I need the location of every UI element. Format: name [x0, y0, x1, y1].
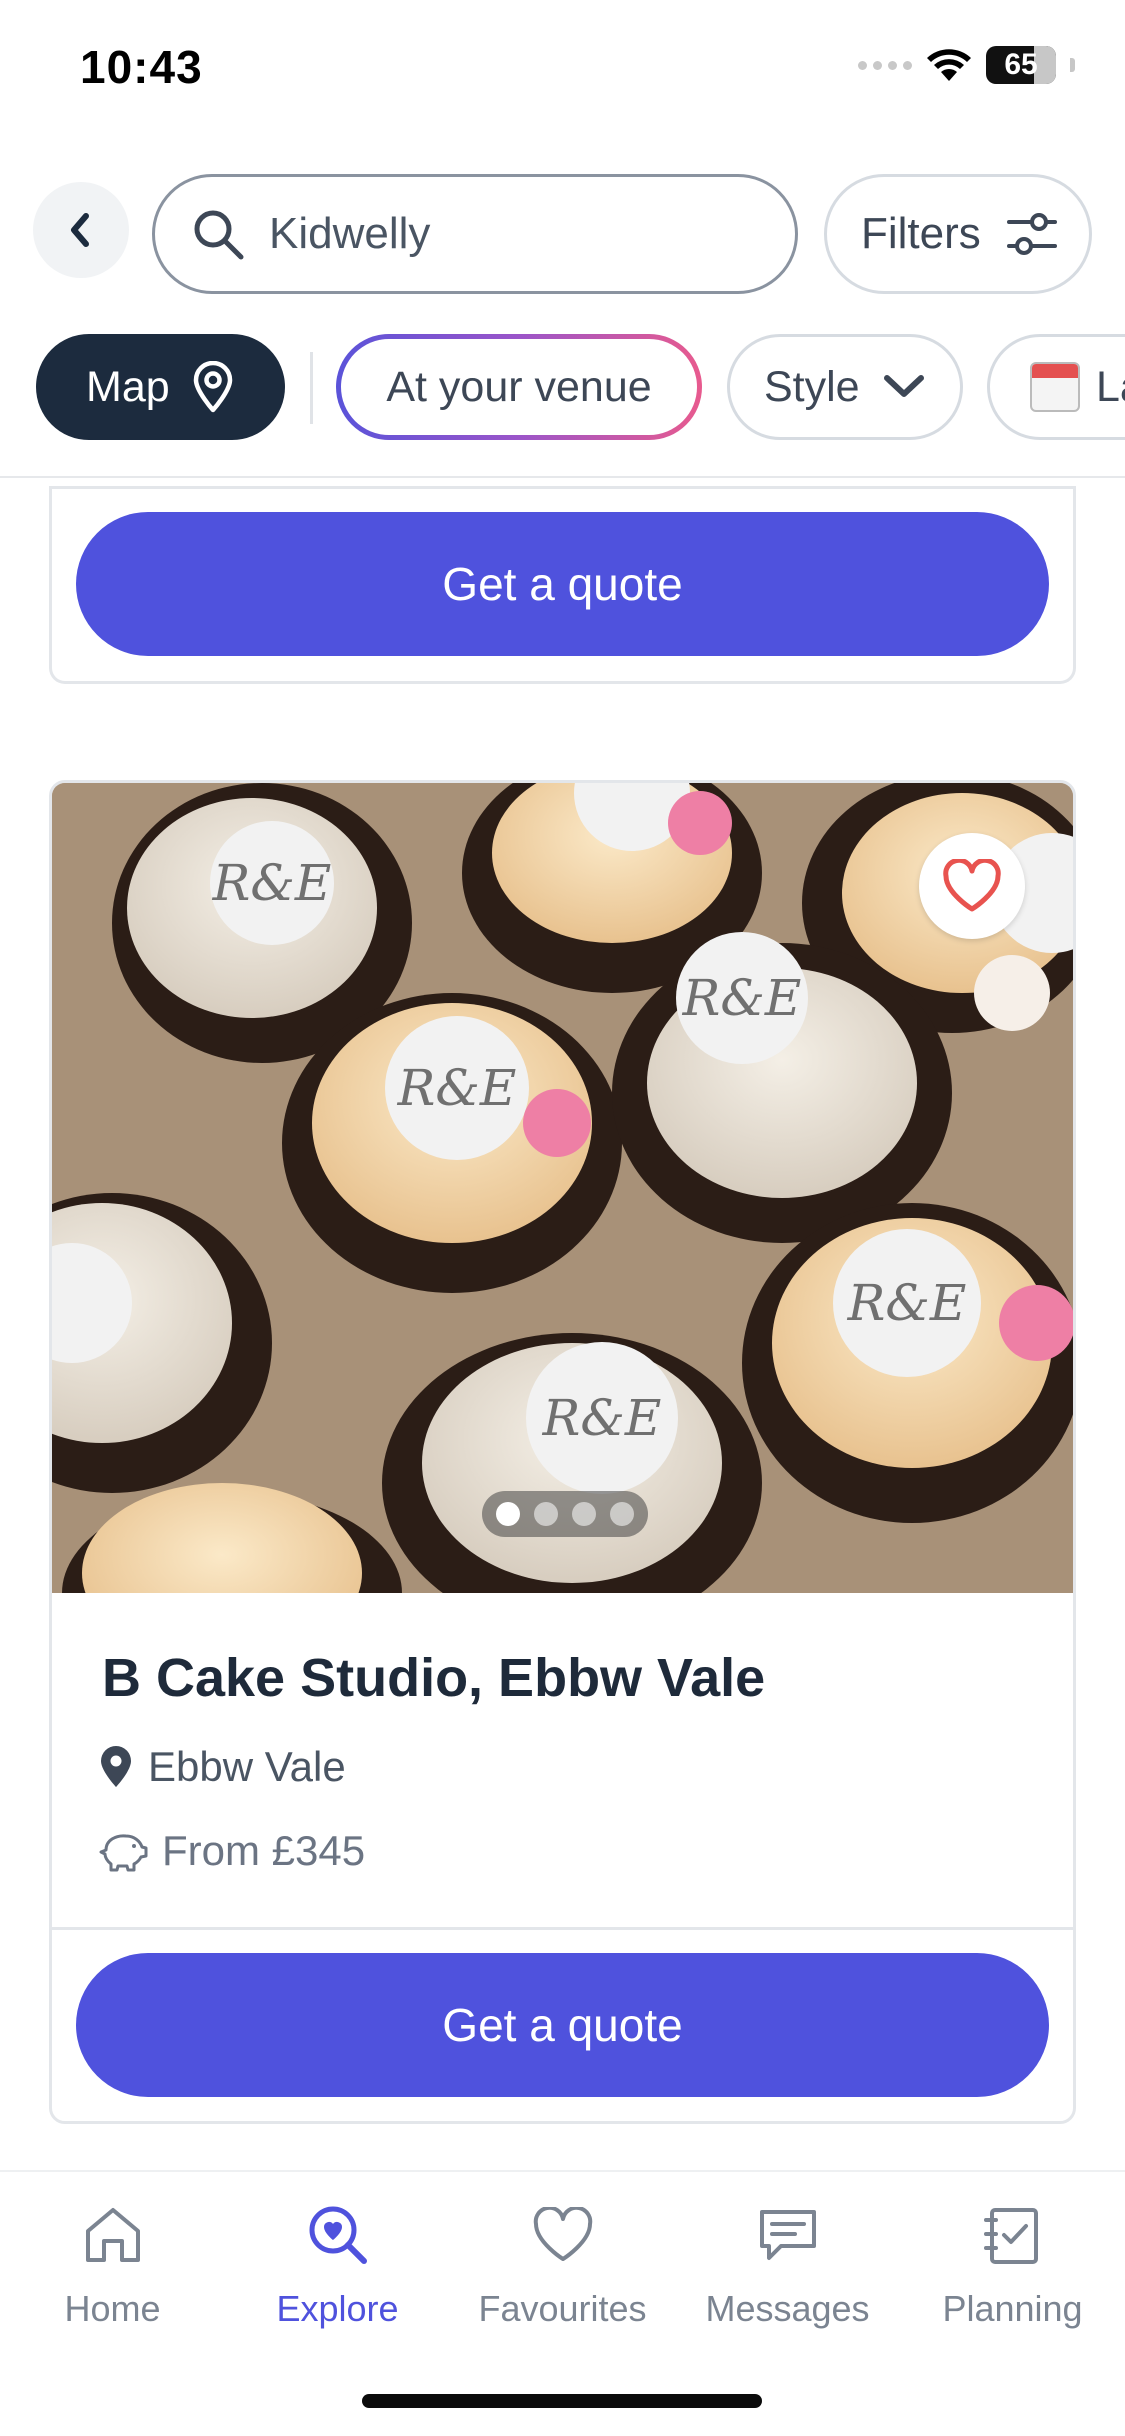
planning-icon — [978, 2200, 1048, 2270]
get-a-quote-label: Get a quote — [442, 558, 683, 610]
at-your-venue-label: At your venue — [386, 362, 652, 411]
nav-item-explore[interactable]: Explore — [225, 2200, 450, 2330]
nav-item-planning[interactable]: Planning — [900, 2200, 1125, 2330]
home-icon — [78, 2200, 148, 2270]
get-a-quote-button[interactable]: Get a quote — [76, 512, 1049, 656]
wifi-icon — [927, 49, 971, 81]
nav-label-planning: Planning — [942, 2288, 1083, 2329]
supplier-price: From £345 — [98, 1827, 365, 1875]
nav-label-messages: Messages — [705, 2288, 870, 2329]
date-chip-label: La — [1096, 362, 1125, 411]
supplier-location-text: Ebbw Vale — [148, 1743, 346, 1790]
piggy-bank-icon — [99, 1834, 148, 1872]
topper-monogram: R&E — [682, 969, 802, 1027]
map-chip[interactable]: Map — [36, 334, 285, 440]
calendar-icon — [1030, 362, 1080, 412]
pagination-dot[interactable] — [610, 1502, 634, 1526]
supplier-price-text: From £345 — [162, 1827, 366, 1874]
battery-level: 65 — [1004, 48, 1038, 81]
filter-chips: Map At your venue Style La — [0, 334, 1125, 444]
map-chip-label: Map — [86, 362, 170, 411]
topper-monogram: R&E — [847, 1274, 967, 1332]
filters-label: Filters — [861, 209, 981, 258]
previous-card: Get a quote — [49, 486, 1076, 684]
pagination-dot[interactable] — [572, 1502, 596, 1526]
at-your-venue-chip[interactable]: At your venue — [336, 334, 702, 440]
get-a-quote-button[interactable]: Get a quote — [76, 1953, 1049, 2097]
supplier-name[interactable]: B Cake Studio, Ebbw Vale — [102, 1647, 765, 1709]
date-chip[interactable]: La — [987, 334, 1125, 440]
explore-icon — [303, 2200, 373, 2270]
cellular-signal-icon — [858, 60, 912, 70]
favourite-button[interactable] — [919, 833, 1025, 939]
pagination-dot[interactable] — [496, 1502, 520, 1526]
supplier-location: Ebbw Vale — [98, 1743, 346, 1791]
get-a-quote-label: Get a quote — [442, 1999, 683, 2051]
chevron-down-icon — [883, 375, 924, 397]
battery-icon: 65 — [986, 46, 1056, 84]
heart-icon — [943, 859, 1001, 912]
chevron-left-icon — [71, 213, 89, 247]
filters-button[interactable]: Filters — [824, 174, 1092, 294]
heart-icon — [528, 2200, 598, 2270]
search-value: Kidwelly — [269, 209, 431, 258]
location-pin-icon — [101, 1746, 131, 1787]
image-pagination-dots[interactable] — [482, 1491, 648, 1537]
location-pin-icon — [193, 361, 232, 413]
nav-label-explore: Explore — [276, 2288, 399, 2329]
search-icon — [191, 205, 249, 263]
sliders-icon — [1006, 213, 1057, 255]
supplier-photo[interactable]: R&E R&E R&E R&E R&E — [52, 783, 1073, 1593]
style-chip[interactable]: Style — [727, 334, 963, 440]
nav-label-favourites: Favourites — [478, 2288, 647, 2329]
nav-item-messages[interactable]: Messages — [675, 2200, 900, 2330]
nav-label-home: Home — [64, 2288, 161, 2329]
topper-monogram: R&E — [397, 1059, 517, 1117]
home-indicator[interactable] — [362, 2394, 762, 2408]
cupcakes-image: R&E R&E R&E R&E R&E — [52, 783, 1073, 1593]
style-chip-label: Style — [764, 362, 860, 411]
card-divider — [52, 1927, 1073, 1930]
topper-monogram: R&E — [542, 1389, 662, 1447]
nav-item-favourites[interactable]: Favourites — [450, 2200, 675, 2330]
pagination-dot[interactable] — [534, 1502, 558, 1526]
supplier-card[interactable]: R&E R&E R&E R&E R&E B Cake Studio, Ebbw … — [49, 780, 1076, 2124]
status-bar: 10:43 65 — [0, 0, 1125, 140]
nav-item-home[interactable]: Home — [0, 2200, 225, 2330]
back-button[interactable] — [33, 182, 129, 278]
topper-monogram: R&E — [212, 854, 332, 912]
messages-icon — [753, 2200, 823, 2270]
chip-divider — [310, 352, 313, 424]
search-input[interactable]: Kidwelly — [152, 174, 798, 294]
status-time: 10:43 — [80, 41, 203, 93]
header-divider — [0, 476, 1125, 478]
status-indicators: 65 — [858, 46, 1075, 84]
